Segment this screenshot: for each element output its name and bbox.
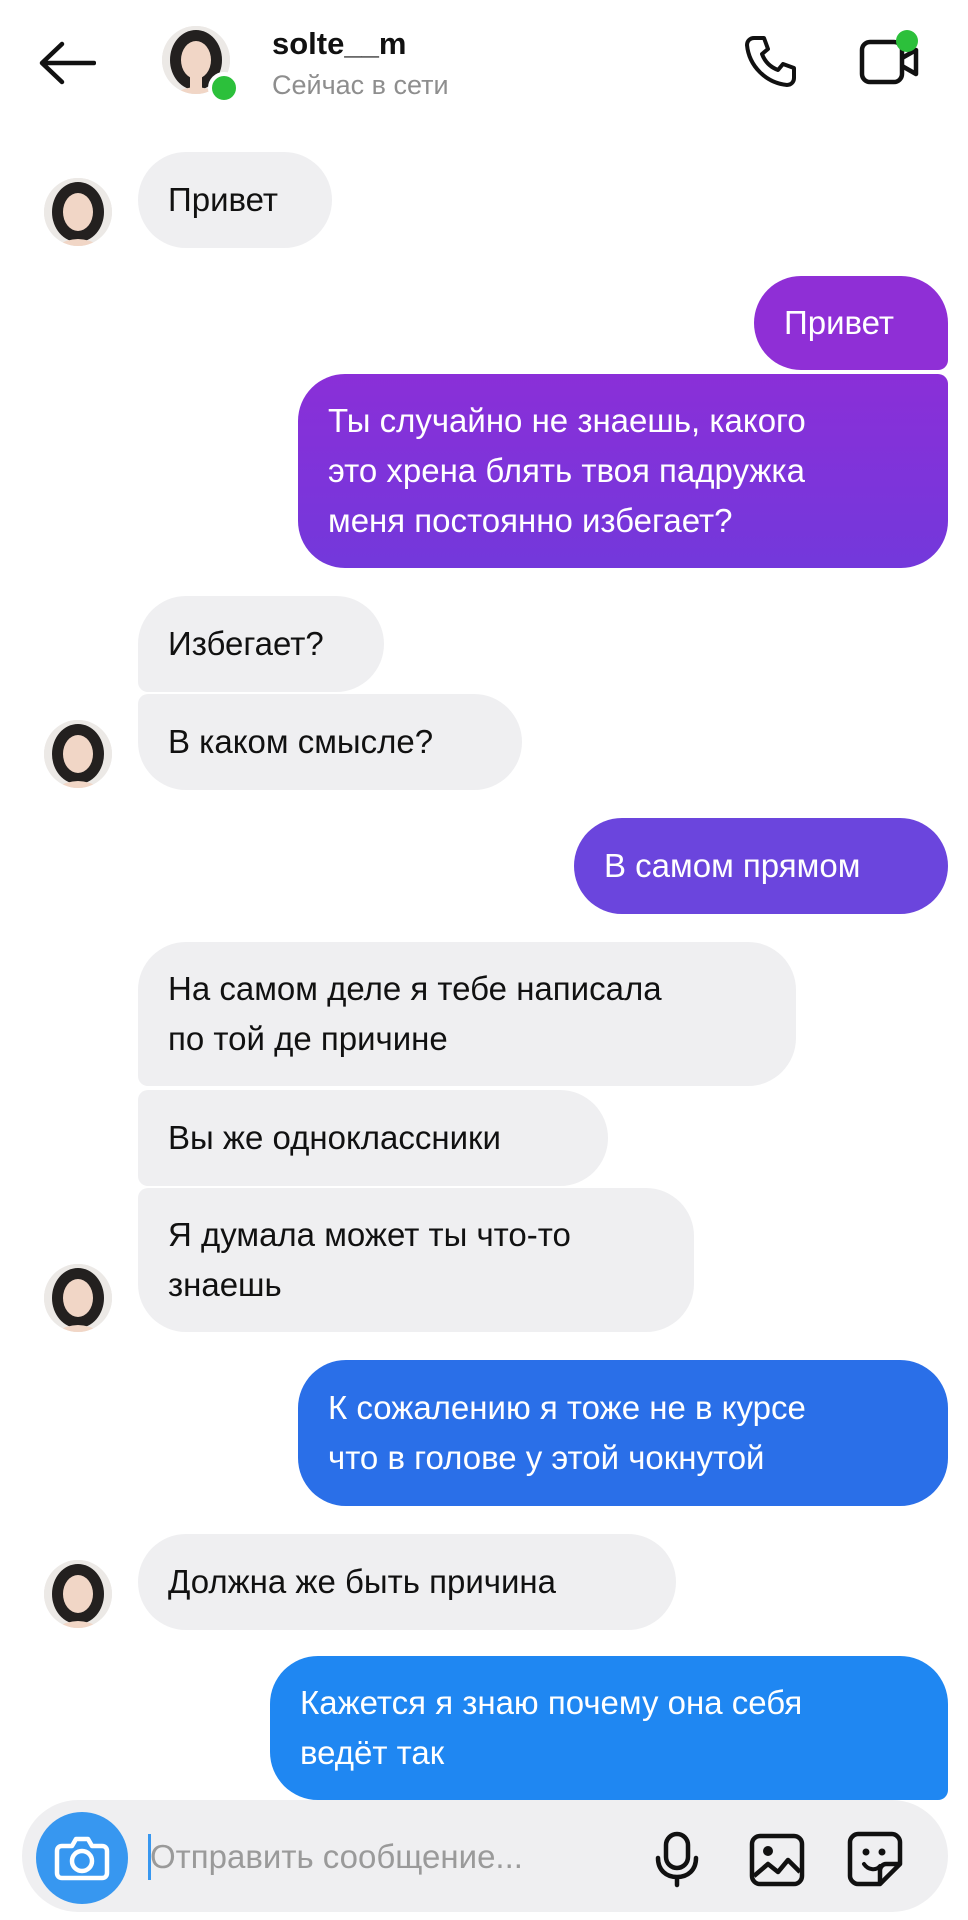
gallery-icon[interactable] [748,1832,806,1888]
microphone-icon[interactable] [650,1830,704,1888]
message-bubble[interactable]: Вы же одноклассники [138,1090,608,1186]
video-online-indicator [896,30,918,52]
chat-header: solte__m Сейчас в сети [0,0,968,130]
avatar[interactable] [44,720,112,788]
online-status: Сейчас в сети [272,70,449,100]
message-bubble[interactable]: Кажется я знаю почему она себя ведёт так [270,1656,948,1800]
message-input[interactable] [148,1826,652,1888]
camera-icon [54,1836,110,1881]
camera-button[interactable] [36,1812,128,1904]
chat-username[interactable]: solte__m [272,26,406,62]
sticker-icon[interactable] [846,1830,904,1888]
message-bubble[interactable]: Привет [138,152,332,248]
avatar[interactable] [44,178,112,246]
message-bubble[interactable]: К сожалению я тоже не в курсе что в голо… [298,1360,948,1506]
message-bubble[interactable]: В самом прямом [574,818,948,914]
avatar[interactable] [44,1264,112,1332]
message-bubble[interactable]: Избегает? [138,596,384,692]
message-bubble[interactable]: Привет [754,276,948,370]
phone-icon[interactable] [742,32,800,90]
message-bubble[interactable]: На самом деле я тебе написала по той де … [138,942,796,1086]
online-indicator [208,72,240,104]
message-bubble[interactable]: Должна же быть причина [138,1534,676,1630]
arrow-left-icon[interactable] [38,40,96,86]
message-bubble[interactable]: Ты случайно не знаешь, какого это хрена … [298,374,948,568]
message-bubble[interactable]: Я думала может ты что-то знаешь [138,1188,694,1332]
message-bubble[interactable]: В каком смысле? [138,694,522,790]
avatar[interactable] [44,1560,112,1628]
